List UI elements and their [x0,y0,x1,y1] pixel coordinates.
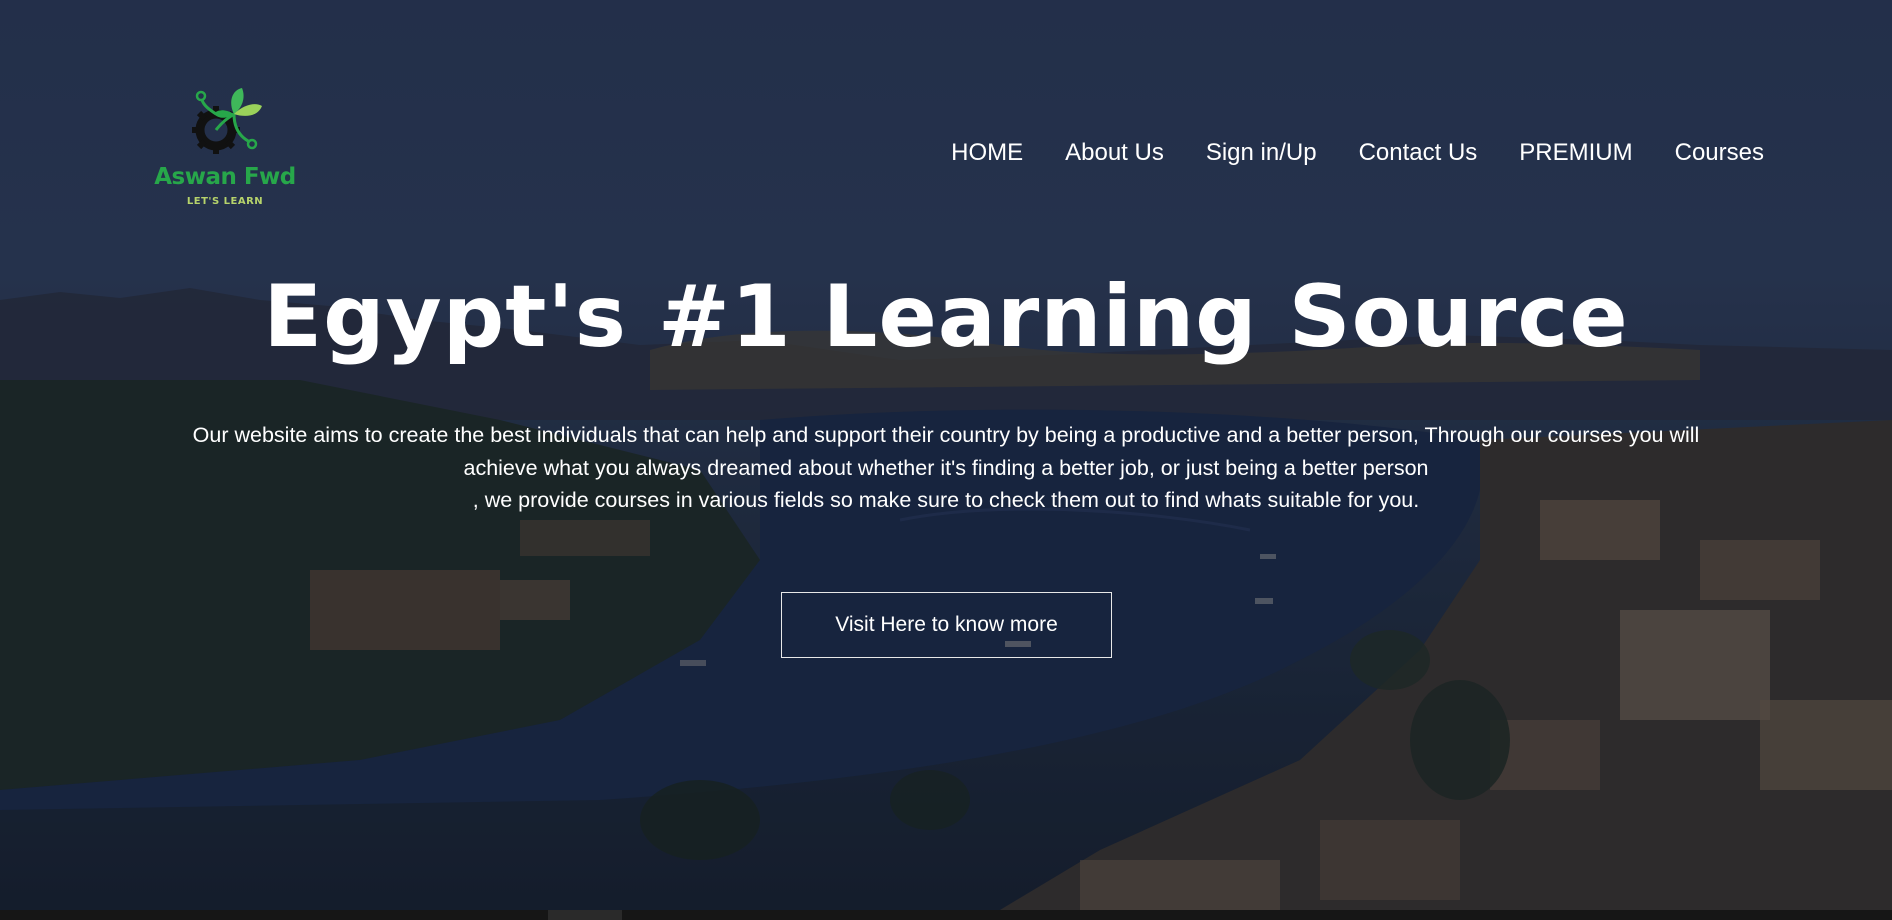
site-logo[interactable]: Aswan Fwd LET'S LEARN [150,84,300,214]
main-nav: HOME About Us Sign in/Up Contact Us PREM… [909,138,1764,168]
gear-sprout-icon [192,88,262,154]
nav-courses[interactable]: Courses [1675,138,1764,168]
hero-headline: Egypt's #1 Learning Source [263,267,1629,367]
nav-sign-in-up[interactable]: Sign in/Up [1206,138,1317,168]
nav-premium[interactable]: PREMIUM [1519,138,1632,168]
nav-home[interactable]: HOME [951,138,1023,168]
hero-description-line: Our website aims to create the best indi… [192,423,1700,447]
hero-description-line: achieve what you always dreamed about wh… [463,455,1429,480]
logo-name: Aswan Fwd [154,164,296,190]
hero-description: Our website aims to create the best indi… [98,419,1794,517]
logo-tagline: LET'S LEARN [186,196,264,207]
bottom-bar [0,910,1892,920]
hero-description-line: , we provide courses in various fields s… [472,488,1420,512]
visit-more-button[interactable]: Visit Here to know more [781,592,1112,658]
nav-contact-us[interactable]: Contact Us [1359,138,1478,168]
nav-about-us[interactable]: About Us [1065,138,1164,168]
